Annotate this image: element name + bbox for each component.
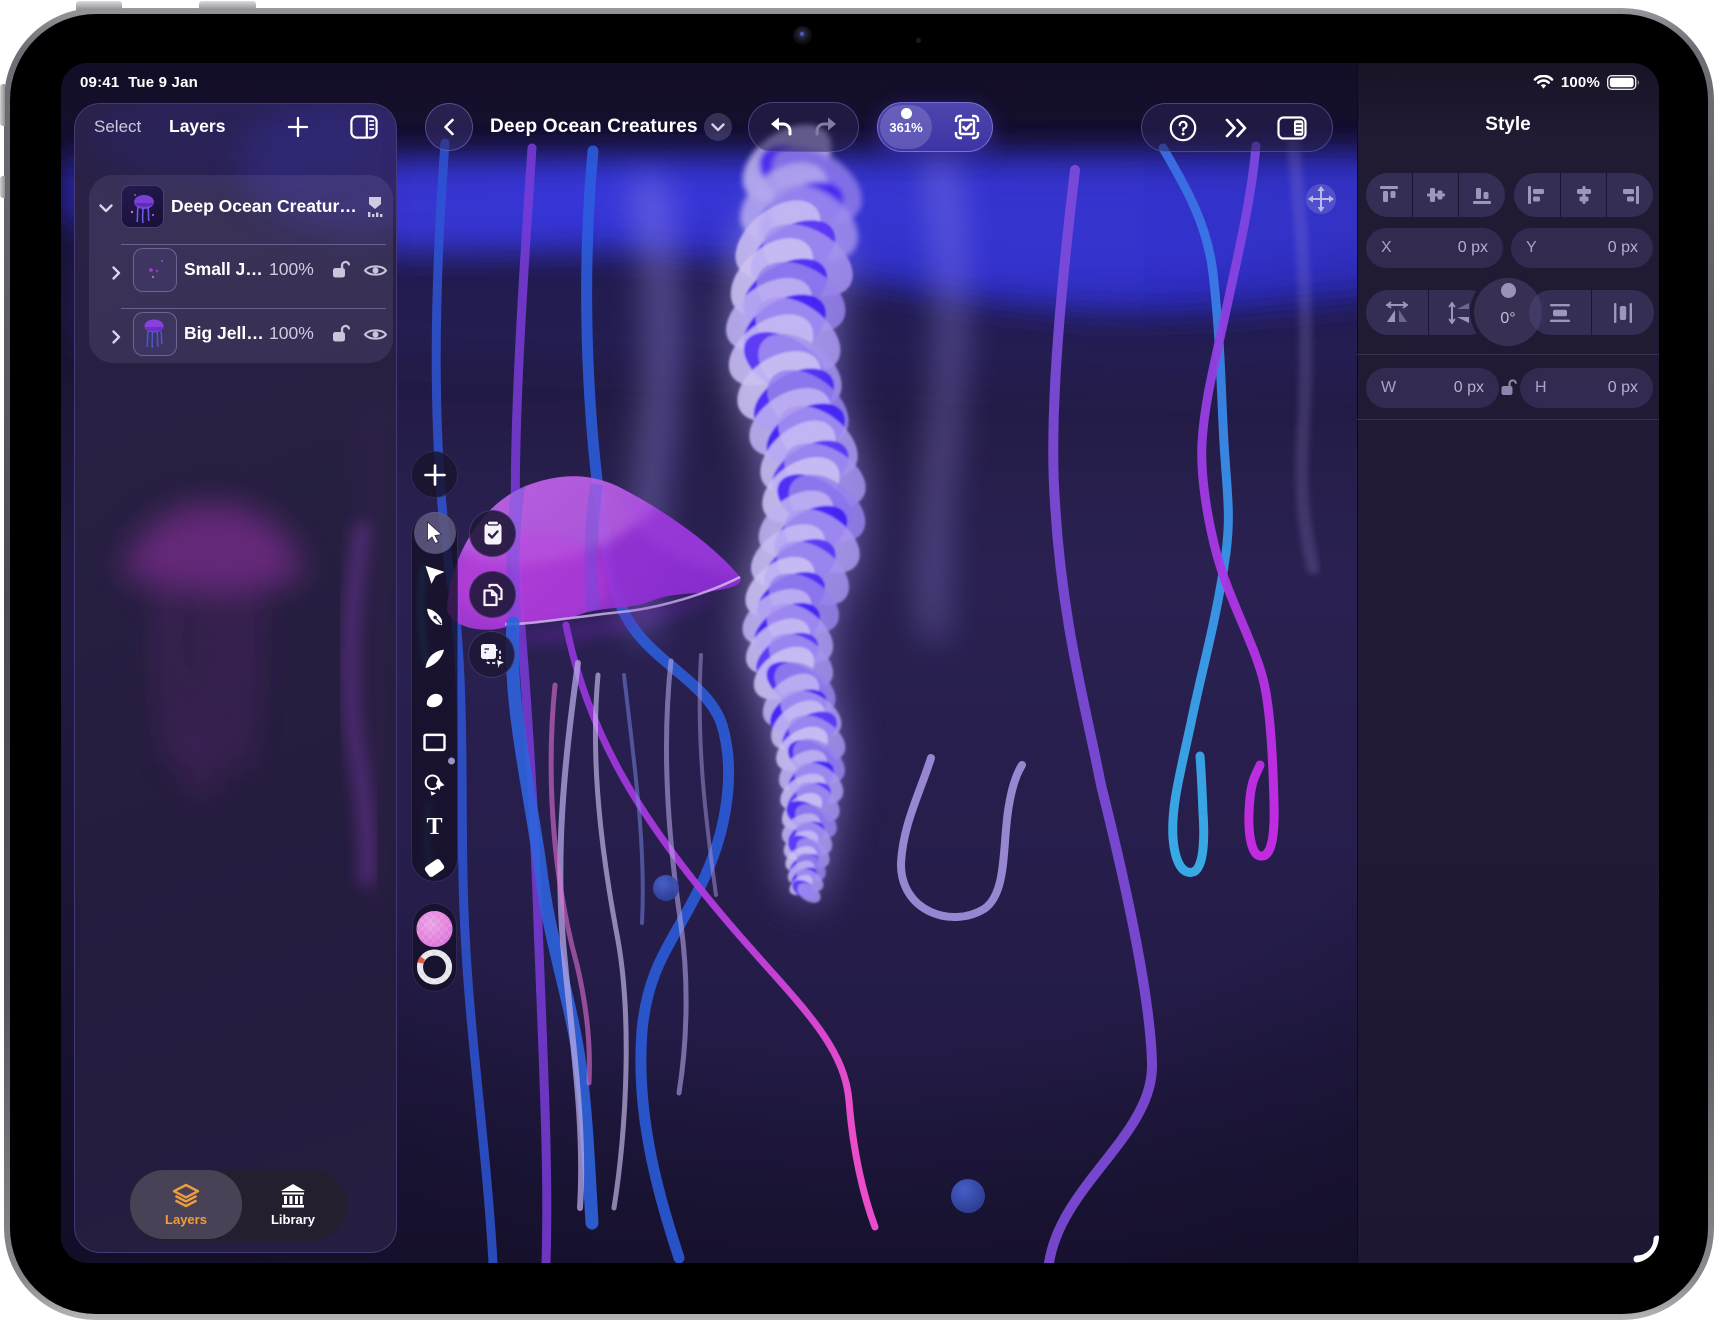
svg-text:T: T <box>426 814 442 840</box>
